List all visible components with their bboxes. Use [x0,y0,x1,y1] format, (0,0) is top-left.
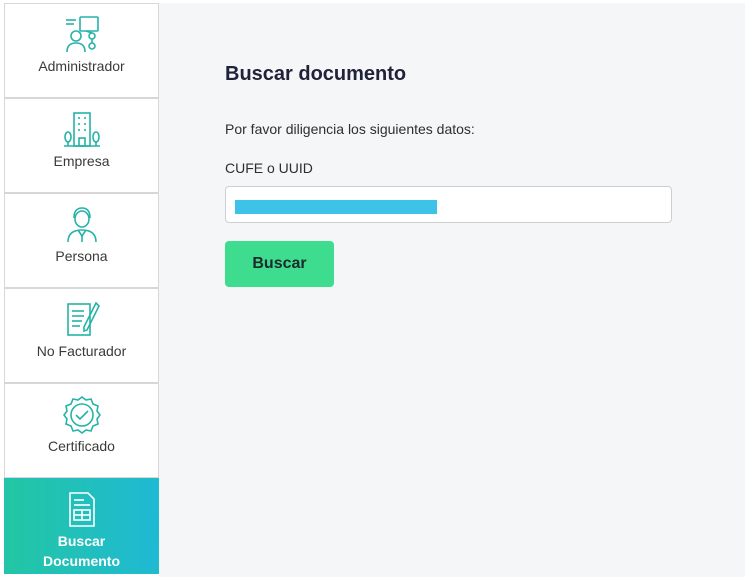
certificate-badge-icon [62,394,102,434]
person-icon [62,204,102,244]
sidebar-item-label: Persona [55,248,108,264]
redacted-value [235,200,437,214]
building-icon [62,109,102,149]
sidebar: Administrador Empresa Persona No Factura… [4,3,168,574]
sidebar-item-empresa[interactable]: Empresa [4,98,159,193]
sidebar-item-administrador[interactable]: Administrador [4,3,159,98]
admin-network-icon [62,14,102,54]
sidebar-item-label: No Facturador [36,343,127,359]
search-document-icon [62,489,102,529]
sidebar-item-certificado[interactable]: Certificado [4,383,159,478]
sidebar-item-no-facturador[interactable]: No Facturador [4,288,159,383]
sidebar-item-label-line2: Documento [43,553,120,569]
sidebar-item-label: Empresa [53,153,110,169]
cufe-field-label: CUFE o UUID [225,160,313,176]
document-pen-icon [62,299,102,339]
sidebar-item-label-line1: Buscar [57,533,106,549]
page-title: Buscar documento [225,63,407,85]
sidebar-item-label: Certificado [48,438,115,454]
sidebar-item-persona[interactable]: Persona [4,193,159,288]
sidebar-item-label: Administrador [38,58,125,74]
sidebar-item-label: Buscar Documento [5,531,158,571]
search-button[interactable]: Buscar [225,241,334,287]
instructions-text: Por favor diligencia los siguientes dato… [225,121,475,137]
sidebar-item-buscar-documento[interactable]: Buscar Documento [4,478,168,574]
main-panel: Buscar documento Por favor diligencia lo… [159,3,745,577]
